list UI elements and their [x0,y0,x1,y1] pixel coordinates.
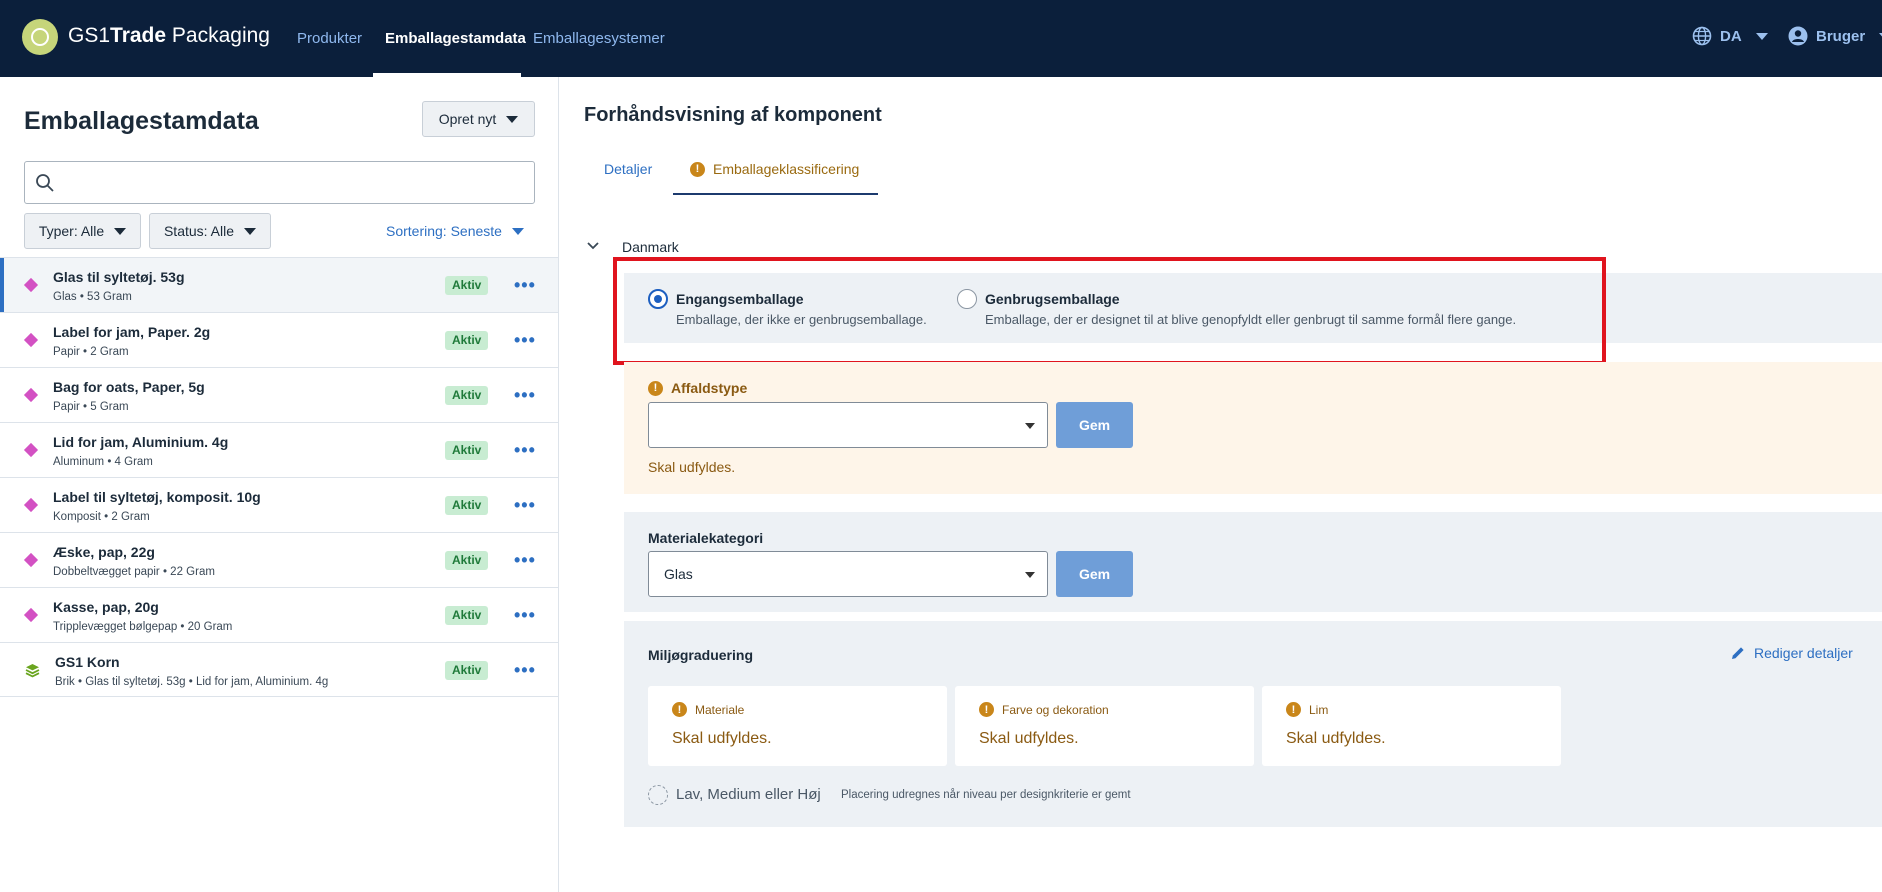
filter-status-button[interactable]: Status: Alle [149,213,271,249]
level-note: Placering udregnes når niveau per design… [841,789,1131,801]
gs1-logo-icon[interactable] [22,19,58,55]
warning-icon: ! [672,702,687,717]
more-options-icon[interactable]: ••• [514,385,536,406]
packaging-list: Glas til syltetøj. 53g Glas • 53 Gram Ak… [0,257,558,697]
filter-type-button[interactable]: Typer: Alle [24,213,141,249]
nav-emballagesystemer[interactable]: Emballagesystemer [533,0,665,77]
search-input[interactable] [24,161,535,204]
user-menu[interactable]: Bruger [1788,26,1882,46]
more-options-icon[interactable]: ••• [514,495,536,516]
list-item[interactable]: Lid for jam, Aluminium. 4g Aluminum • 4 … [0,422,558,477]
waste-error-text: Skal udfyldes. [648,459,736,475]
page-title: Forhåndsvisning af komponent [584,104,882,126]
tab-packaging-classification[interactable]: ! Emballageklassificering [690,161,859,177]
more-options-icon[interactable]: ••• [514,330,536,351]
level-text: Lav, Medium eller Høj [676,786,821,803]
diamond-icon [23,607,39,623]
diamond-icon [23,497,39,513]
environmental-grading-title: Miljøgraduering [648,647,753,663]
warning-icon: ! [690,161,705,177]
waste-type-label: Affaldstype [671,380,748,396]
warning-icon: ! [648,380,663,396]
list-item[interactable]: Label til syltetøj, komposit. 10g Kompos… [0,477,558,532]
save-waste-button[interactable]: Gem [1056,402,1133,448]
list-item[interactable]: Æske, pap, 22g Dobbeltvægget papir • 22 … [0,532,558,587]
diamond-icon [23,277,39,293]
highlight-box [613,257,1606,365]
sidebar: Emballagestamdata Opret nyt Typer: Alle … [0,77,559,892]
create-new-button[interactable]: Opret nyt [422,101,535,137]
environmental-grading-panel: Miljøgraduering Rediger detaljer ! Mater… [624,621,1882,827]
list-item[interactable]: Glas til syltetøj. 53g Glas • 53 Gram Ak… [0,257,558,313]
status-badge: Aktiv [445,386,489,405]
user-avatar-icon [1788,26,1808,46]
language-selector[interactable]: DA [1692,26,1768,46]
waste-type-panel: ! Affaldstype Gem Skal udfyldes. [624,362,1882,494]
user-label: Bruger [1816,27,1866,45]
list-item[interactable]: Label for jam, Paper. 2g Papir • 2 Gram … [0,312,558,367]
warning-icon: ! [1286,702,1301,717]
status-badge: Aktiv [445,496,489,515]
chevron-down-icon [1755,32,1768,40]
tab-details[interactable]: Detaljer [604,161,652,177]
search-icon [36,174,54,192]
warning-icon: ! [979,702,994,717]
diamond-icon [23,442,39,458]
status-badge: Aktiv [445,276,489,295]
status-badge: Aktiv [445,441,489,460]
edit-details-link[interactable]: Rediger detaljer [1730,645,1853,661]
criteria-card-material[interactable]: ! Materiale Skal udfyldes. [648,686,947,766]
list-item[interactable]: Bag for oats, Paper, 5g Papir • 5 Gram A… [0,367,558,422]
country-section-title[interactable]: Danmark [622,239,679,255]
status-badge: Aktiv [445,661,489,680]
brand-name[interactable]: GS1Trade Packaging [68,24,270,48]
more-options-icon[interactable]: ••• [514,660,536,681]
material-category-panel: Materialekategori Glas Gem [624,512,1882,612]
chevron-down-icon [244,227,257,235]
language-label: DA [1720,27,1742,45]
sort-button[interactable]: Sortering: Seneste [386,223,524,239]
criteria-card-color-decoration[interactable]: ! Farve og dekoration Skal udfyldes. [955,686,1254,766]
chevron-down-icon [114,227,127,235]
more-options-icon[interactable]: ••• [514,550,536,571]
nav-produkter[interactable]: Produkter [297,0,362,77]
material-category-select[interactable]: Glas [648,551,1048,597]
top-bar: GS1Trade Packaging Produkter Emballagest… [0,0,1882,77]
list-item[interactable]: Kasse, pap, 20g Tripplevægget bølgepap •… [0,587,558,642]
sidebar-title: Emballagestamdata [24,107,259,135]
layers-icon [25,664,40,678]
list-item[interactable]: GS1 Korn Brik • Glas til syltetøj. 53g •… [0,642,558,697]
chevron-down-icon [1025,423,1035,429]
chevron-down-icon [511,227,524,235]
status-badge: Aktiv [445,606,489,625]
level-placeholder-icon [648,785,668,805]
chevron-down-icon[interactable] [585,238,601,254]
pencil-icon [1732,647,1744,659]
more-options-icon[interactable]: ••• [514,605,536,626]
save-material-button[interactable]: Gem [1056,551,1133,597]
criteria-card-glue[interactable]: ! Lim Skal udfyldes. [1262,686,1561,766]
more-options-icon[interactable]: ••• [514,275,536,296]
nav-emballagestamdata[interactable]: Emballagestamdata [385,0,526,77]
globe-icon [1692,26,1712,46]
diamond-icon [23,552,39,568]
diamond-icon [23,332,39,348]
diamond-icon [23,387,39,403]
active-tab-indicator [673,193,878,195]
more-options-icon[interactable]: ••• [514,440,536,461]
chevron-down-icon [506,115,519,123]
status-badge: Aktiv [445,331,489,350]
waste-type-select[interactable] [648,402,1048,448]
status-badge: Aktiv [445,551,489,570]
chevron-down-icon [1025,572,1035,578]
material-category-label: Materialekategori [648,530,764,546]
